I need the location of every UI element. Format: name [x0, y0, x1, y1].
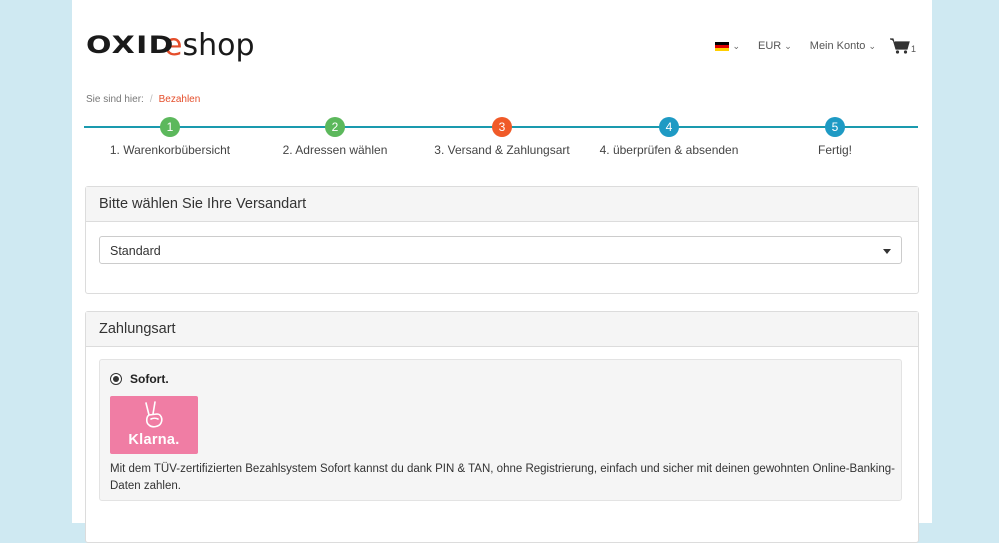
shipping-panel-title: Bitte wählen Sie Ihre Versandart	[86, 187, 918, 222]
breadcrumb: Sie sind hier: / Bezahlen	[86, 94, 200, 105]
checkout-step-3: 3 3. Versand & Zahlungsart	[417, 117, 587, 157]
step-number-badge: 1	[160, 117, 180, 137]
step-label: 4. überprüfen & absenden	[599, 143, 739, 157]
currency-label: EUR	[758, 40, 782, 52]
klarna-logo: Klarna.	[110, 396, 198, 454]
cart-icon	[889, 38, 910, 54]
payment-description: Mit dem TÜV-zertifizierten Bezahlsystem …	[110, 463, 895, 492]
currency-dropdown[interactable]: EUR ⌄	[758, 40, 792, 52]
checkout-step-5: 5 Fertig!	[750, 117, 920, 157]
german-flag-icon	[715, 41, 730, 51]
top-navigation: ⌄ EUR ⌄ Mein Konto ⌄ 1	[697, 38, 916, 54]
peace-hand-icon	[145, 401, 163, 428]
cart-count-badge: 1	[910, 44, 916, 54]
language-dropdown[interactable]: ⌄	[715, 41, 740, 52]
step-number-badge: 5	[825, 117, 845, 137]
chevron-down-icon: ⌄	[732, 40, 740, 51]
step-number-badge: 4	[659, 117, 679, 137]
payment-option-label: Sofort.	[130, 372, 169, 386]
cart-button[interactable]: 1	[889, 38, 916, 54]
checkout-step-1[interactable]: 1 1. Warenkorbübersicht	[85, 117, 255, 157]
logo-shop-text: shop	[182, 27, 255, 63]
step-label: 2. Adressen wählen	[282, 143, 388, 157]
account-label: Mein Konto	[809, 40, 866, 52]
step-number-badge: 3	[492, 117, 512, 137]
klarna-logo-text: Klarna.	[128, 432, 180, 448]
caret-down-icon	[883, 249, 891, 254]
logo-oxid-text: OXID	[86, 31, 175, 59]
payment-panel-title: Zahlungsart	[86, 312, 918, 347]
step-number-badge: 2	[325, 117, 345, 137]
chevron-down-icon: ⌄	[868, 40, 876, 51]
payment-radio-button[interactable]	[110, 373, 122, 385]
shipping-method-select[interactable]: Standard	[99, 236, 902, 264]
chevron-down-icon: ⌄	[784, 40, 792, 51]
shipping-panel: Bitte wählen Sie Ihre Versandart Standar…	[85, 186, 919, 294]
page-container: OXID e shop ⌄ EUR ⌄ Mein Konto ⌄ 1 Sie s…	[72, 0, 932, 543]
step-label: 3. Versand & Zahlungsart	[434, 143, 570, 157]
payment-option-row[interactable]: Sofort.	[110, 372, 169, 386]
breadcrumb-prefix: Sie sind hier:	[86, 94, 144, 105]
checkout-step-2[interactable]: 2 2. Adressen wählen	[250, 117, 420, 157]
breadcrumb-current[interactable]: Bezahlen	[159, 94, 201, 105]
payment-option-sofort[interactable]: Sofort. Klarna. Mit dem TÜV-zertifiziert…	[99, 359, 902, 501]
payment-panel: Zahlungsart Sofort. Klarna. Mit dem TÜV-…	[85, 311, 919, 543]
step-label: 1. Warenkorbübersicht	[109, 143, 231, 157]
shop-logo[interactable]: OXID e shop	[86, 27, 255, 63]
checkout-step-4: 4 4. überprüfen & absenden	[584, 117, 754, 157]
breadcrumb-separator: /	[149, 94, 153, 105]
account-dropdown[interactable]: Mein Konto ⌄	[810, 40, 876, 52]
shipping-selected-value: Standard	[110, 244, 161, 258]
step-label: Fertig!	[817, 143, 852, 157]
